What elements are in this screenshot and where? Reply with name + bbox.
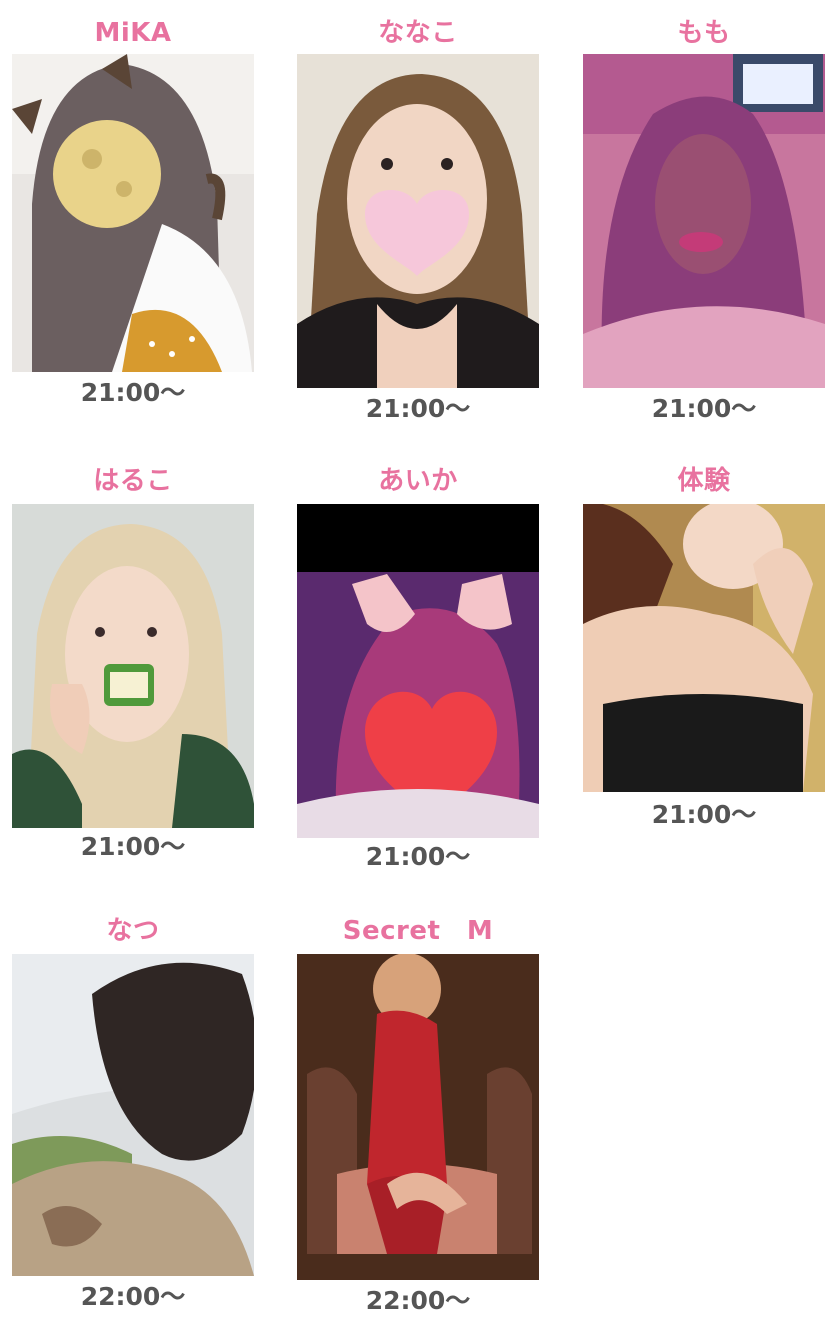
cast-time: 21:00〜 <box>365 842 471 871</box>
cast-photo[interactable] <box>297 54 539 388</box>
cast-photo[interactable] <box>297 954 539 1280</box>
cast-time: 21:00〜 <box>651 394 757 423</box>
cast-time: 21:00〜 <box>365 394 471 423</box>
cast-photo[interactable] <box>583 54 825 388</box>
cast-name[interactable]: 体験 <box>583 466 825 496</box>
cast-name[interactable]: MiKA <box>12 18 254 48</box>
cast-name[interactable]: もも <box>583 18 825 48</box>
cast-name[interactable]: ななこ <box>297 18 539 48</box>
cast-name[interactable]: はるこ <box>12 466 254 496</box>
cast-name[interactable]: なつ <box>12 916 254 946</box>
cast-name[interactable]: Secret M <box>297 916 539 946</box>
cast-photo[interactable] <box>583 504 825 792</box>
cast-time: 22:00〜 <box>365 1286 471 1315</box>
cast-time: 22:00〜 <box>80 1282 186 1311</box>
cast-time: 21:00〜 <box>80 378 186 407</box>
cast-photo[interactable] <box>297 504 539 838</box>
cast-name[interactable]: あいか <box>297 466 539 496</box>
cast-time: 21:00〜 <box>80 832 186 861</box>
cast-photo[interactable] <box>12 504 254 828</box>
cast-time: 21:00〜 <box>651 800 757 829</box>
cast-photo[interactable] <box>12 954 254 1276</box>
cast-photo[interactable] <box>12 54 254 372</box>
